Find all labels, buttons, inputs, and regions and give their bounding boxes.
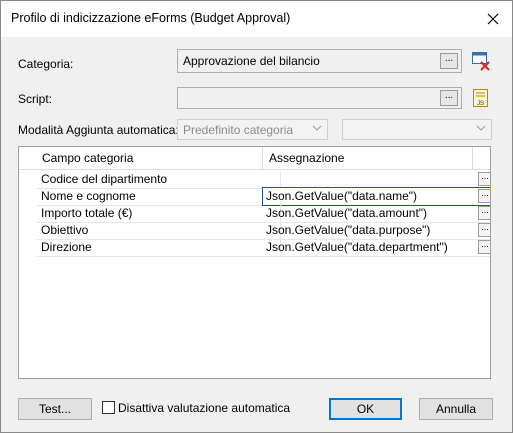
script-browse-button[interactable]: ...	[440, 90, 458, 106]
title-bar: Profilo di indicizzazione eForms (Budget…	[1, 1, 512, 37]
mode-secondary-select[interactable]	[342, 119, 492, 140]
chevron-down-icon	[312, 125, 322, 131]
grid-cell-editor[interactable]: Json.GetValue("data.name")	[262, 187, 490, 206]
grid-cell-field: Importo totale (€)	[41, 206, 133, 220]
grid-row[interactable]: Obiettivo Json.GetValue("data.purpose") …	[37, 222, 490, 240]
row-browse-button[interactable]: ...	[478, 189, 490, 203]
grid-header: Campo categoria Assegnazione	[19, 147, 490, 170]
script-field[interactable]	[177, 87, 462, 109]
grid-row-selected[interactable]: Nome e cognome Json.GetValue("data.name"…	[37, 187, 490, 206]
grid-cell-field: Codice del dipartimento	[41, 172, 168, 186]
script-js-icon[interactable]: JS	[470, 87, 492, 109]
column-header-field[interactable]: Campo categoria	[42, 151, 133, 165]
categoria-field[interactable]: Approvazione del bilancio	[177, 49, 462, 73]
ok-button[interactable]: OK	[329, 398, 402, 420]
grid-cell-field: Direzione	[41, 240, 92, 254]
row-browse-button[interactable]: ...	[478, 223, 490, 237]
column-header-assignment[interactable]: Assegnazione	[269, 151, 344, 165]
grid-cell-field: Nome e cognome	[41, 189, 136, 203]
test-button[interactable]: Test...	[18, 398, 92, 420]
chevron-down-icon	[476, 125, 486, 131]
grid-cell-value[interactable]: Json.GetValue("data.purpose")	[266, 223, 430, 237]
row-browse-button[interactable]: ...	[478, 206, 490, 220]
disable-evaluation-label[interactable]: Disattiva valutazione automatica	[118, 401, 290, 415]
categoria-label: Categoria:	[18, 57, 74, 71]
window-title: Profilo di indicizzazione eForms (Budget…	[11, 11, 291, 25]
row-browse-button[interactable]: ...	[478, 172, 490, 186]
grid-cell-value[interactable]: Json.GetValue("data.name")	[266, 189, 417, 203]
close-icon[interactable]	[481, 7, 505, 31]
script-label: Script:	[18, 92, 53, 106]
categoria-browse-button[interactable]: ...	[440, 53, 458, 69]
grid-cell-field: Obiettivo	[41, 223, 89, 237]
categoria-value: Approvazione del bilancio	[183, 54, 320, 68]
mode-label: Modalità Aggiunta automatica:	[18, 123, 179, 137]
grid-cell-value[interactable]: Json.GetValue("data.department")	[266, 240, 448, 254]
clear-category-icon[interactable]	[470, 50, 492, 72]
disable-evaluation-checkbox[interactable]	[102, 401, 115, 414]
cancel-button[interactable]: Annulla	[419, 398, 493, 420]
grid-cell-value[interactable]: Json.GetValue("data.amount")	[266, 206, 427, 220]
grid-row[interactable]: Direzione Json.GetValue("data.department…	[37, 239, 490, 257]
row-browse-button[interactable]: ...	[478, 240, 490, 254]
mode-select-value: Predefinito categoria	[183, 123, 294, 137]
mode-select[interactable]: Predefinito categoria	[177, 119, 328, 140]
svg-text:JS: JS	[477, 101, 484, 107]
dialog: Profilo di indicizzazione eForms (Budget…	[0, 0, 513, 433]
grid-row[interactable]: Importo totale (€) Json.GetValue("data.a…	[37, 205, 490, 223]
mapping-grid: Campo categoria Assegnazione Codice del …	[18, 146, 491, 379]
